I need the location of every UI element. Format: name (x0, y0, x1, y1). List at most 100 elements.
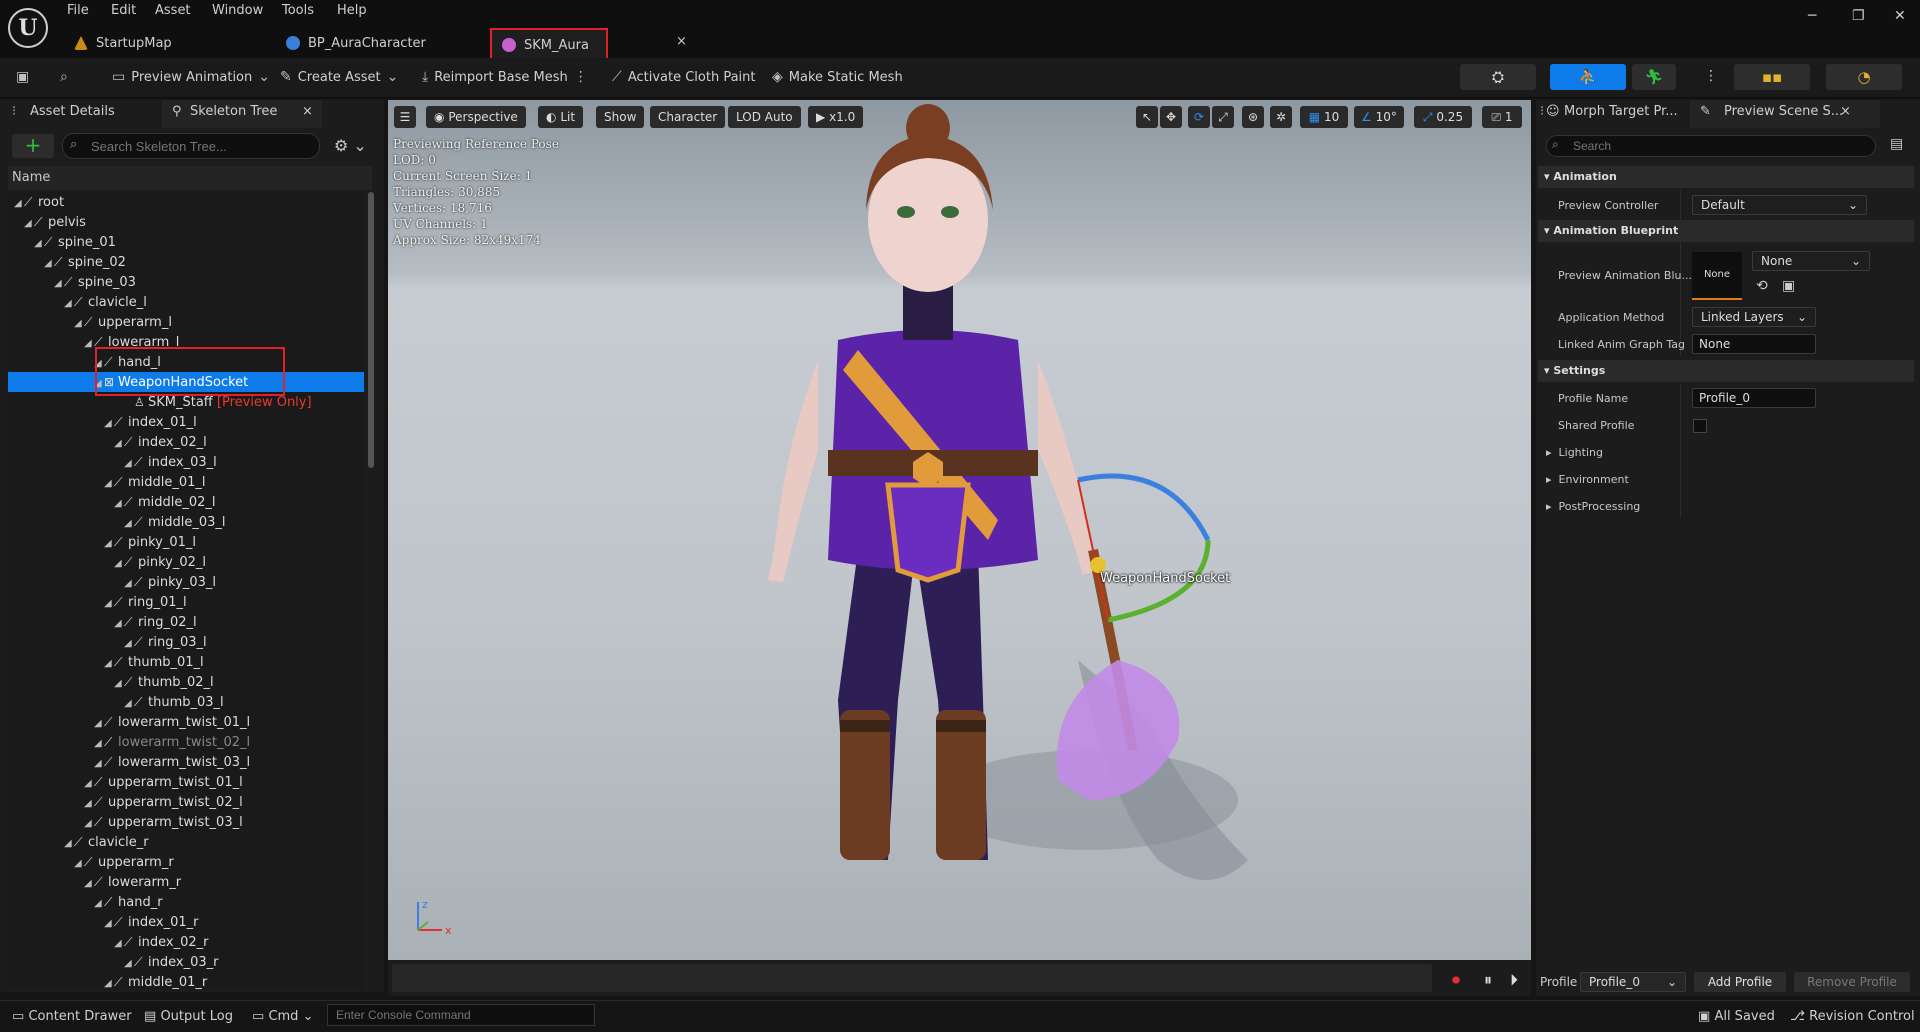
blueprint-mode-button[interactable]: ▪▪ (1734, 64, 1810, 90)
expand-arrow-icon[interactable]: ◢ (104, 654, 114, 674)
menu-tools[interactable]: Tools (282, 3, 314, 18)
tree-item-bone[interactable]: ◢ ⟋ spine_02 (8, 252, 364, 272)
expand-arrow-icon[interactable]: ◢ (94, 734, 104, 754)
more-options-icon[interactable]: ⋮ (1704, 68, 1718, 84)
application-method-dropdown[interactable]: Linked Layers ⌄ (1692, 307, 1816, 327)
expand-arrow-icon[interactable]: ◢ (64, 294, 74, 314)
settings-section-header[interactable]: ▾ Settings (1538, 360, 1914, 382)
camera-speed-button[interactable]: ⎚ 1 (1482, 106, 1522, 128)
grid-snap-button[interactable]: ▦ 10 (1300, 106, 1348, 128)
physics-mode-button[interactable]: ◔ (1826, 64, 1902, 90)
gear-icon[interactable]: ⚙ ⌄ (334, 136, 367, 155)
tree-item-bone[interactable]: ◢ ⟋ index_02_r (8, 932, 364, 952)
expand-arrow-icon[interactable]: ◢ (64, 834, 74, 854)
tree-item-bone[interactable]: ◢ ⟋ hand_r (8, 892, 364, 912)
add-socket-button[interactable]: + (12, 134, 54, 158)
preview-tab-close-icon[interactable]: × (1840, 104, 1851, 124)
scale-tool-icon[interactable]: ⤢ (1212, 106, 1234, 128)
tree-item-bone[interactable]: ◢ ⟋ upperarm_twist_01_l (8, 772, 364, 792)
expand-arrow-icon[interactable]: ◢ (114, 434, 124, 454)
tab-close-icon[interactable]: × (676, 34, 687, 49)
linked-tag-field[interactable]: None (1692, 334, 1816, 354)
tree-item-bone[interactable]: ◢ ⟋ thumb_02_l (8, 672, 364, 692)
viewport-menu-icon[interactable]: ☰ (394, 106, 416, 128)
pause-icon[interactable]: ⏸ (1484, 970, 1492, 990)
output-log-button[interactable]: ▤ Output Log (144, 1009, 233, 1024)
tab-bp-auracharacter[interactable]: BP_AuraCharacter (276, 30, 436, 56)
view-options-icon[interactable]: ▤ (1890, 136, 1903, 152)
expand-arrow-icon[interactable]: ◢ (114, 494, 124, 514)
expand-arrow-icon[interactable]: ◢ (14, 194, 24, 214)
rotate-tool-icon[interactable]: ⟳ (1188, 106, 1210, 128)
timeline-track[interactable] (392, 964, 1432, 992)
remove-profile-button[interactable]: Remove Profile (1794, 972, 1910, 992)
expand-arrow-icon[interactable]: ◢ (124, 574, 134, 594)
tree-item-bone[interactable]: ◢ ⟋ middle_03_l (8, 512, 364, 532)
content-drawer-button[interactable]: ▭ Content Drawer (12, 1009, 132, 1024)
lit-button[interactable]: ◐ Lit (538, 106, 584, 128)
expand-arrow-icon[interactable]: ◢ (114, 674, 124, 694)
tree-item-bone[interactable]: ◢ ⟋ middle_02_l (8, 492, 364, 512)
expand-arrow-icon[interactable]: ◢ (84, 334, 94, 354)
tree-item-bone[interactable]: ◢ ⟋ root (8, 192, 364, 212)
expand-arrow-icon[interactable]: ◢ (104, 914, 114, 934)
tab-asset-details[interactable]: Asset Details (30, 104, 115, 124)
tree-item-bone[interactable]: ◢ ⟋ thumb_01_l (8, 652, 364, 672)
tree-item-bone[interactable]: ◢ ⟋ middle_01_l (8, 472, 364, 492)
tree-item-bone[interactable]: ◢ ⟋ spine_01 (8, 232, 364, 252)
preview-controller-dropdown[interactable]: Default ⌄ (1692, 195, 1867, 215)
tree-item-bone[interactable]: ◢ ⟋ index_01_r (8, 912, 364, 932)
shared-profile-checkbox[interactable] (1693, 419, 1707, 433)
expand-arrow-icon[interactable]: ◢ (94, 714, 104, 734)
tree-item-bone[interactable]: ◢ ⟋ upperarm_r (8, 852, 364, 872)
restore-icon[interactable]: ❐ (1852, 8, 1865, 24)
tree-item-bone[interactable]: ◢ ⟋ lowerarm_twist_01_l (8, 712, 364, 732)
animation-section-header[interactable]: ▾ Animation (1538, 166, 1914, 188)
minimize-icon[interactable]: ─ (1808, 8, 1816, 24)
unreal-logo-icon[interactable]: U (8, 8, 48, 48)
expand-arrow-icon[interactable]: ◢ (104, 534, 114, 554)
tree-item-bone[interactable]: ◢ ⟋ clavicle_r (8, 832, 364, 852)
skeleton-search-input[interactable] (62, 133, 320, 159)
tree-item-bone[interactable]: ◢ ⟋ upperarm_twist_03_l (8, 812, 364, 832)
select-tool-icon[interactable]: ↖ (1136, 106, 1158, 128)
menu-window[interactable]: Window (212, 3, 263, 18)
expand-arrow-icon[interactable]: ◢ (114, 934, 124, 954)
add-profile-button[interactable]: Add Profile (1694, 972, 1786, 992)
tree-item-bone[interactable]: ◢ ⟋ upperarm_twist_02_l (8, 792, 364, 812)
menu-edit[interactable]: Edit (111, 3, 136, 18)
preview-animation-button[interactable]: ▭ Preview Animation ⌄ (112, 66, 270, 88)
create-asset-button[interactable]: ✎ Create Asset ⌄ (280, 66, 398, 88)
use-selected-icon[interactable]: ⟲ (1756, 278, 1768, 294)
animation-mode-button[interactable]: 🏃︎ (1632, 64, 1676, 90)
expand-arrow-icon[interactable]: ◢ (124, 514, 134, 534)
tab-skm-aura[interactable]: SKM_Aura (490, 28, 608, 62)
expand-arrow-icon[interactable]: ◢ (104, 974, 114, 990)
console-input[interactable] (327, 1004, 595, 1026)
profile-dropdown[interactable]: Profile_0 ⌄ (1580, 972, 1686, 992)
tree-item-bone[interactable]: ◢ ⟋ thumb_03_l (8, 692, 364, 712)
expand-arrow-icon[interactable]: ◢ (114, 554, 124, 574)
expand-arrow-icon[interactable]: ◢ (124, 954, 134, 974)
skeleton-mode-button[interactable]: ⛭ (1460, 64, 1536, 90)
expand-arrow-icon[interactable]: ◢ (84, 794, 94, 814)
expand-arrow-icon[interactable]: ◢ (94, 894, 104, 914)
tree-item-bone[interactable]: ◢ ⟋ index_01_l (8, 412, 364, 432)
tree-item-bone[interactable]: ◢ ⟋ pinky_01_l (8, 532, 364, 552)
tree-item-bone[interactable]: ◢ ⟋ middle_01_r (8, 972, 364, 990)
expand-arrow-icon[interactable]: ◢ (94, 754, 104, 774)
tree-item-bone[interactable]: ◢ ⟋ index_02_l (8, 432, 364, 452)
expand-arrow-icon[interactable]: ◢ (54, 274, 64, 294)
menu-help[interactable]: Help (337, 3, 367, 18)
expand-arrow-icon[interactable]: ◢ (34, 234, 44, 254)
tree-item-bone[interactable]: ◢ ⟋ clavicle_l (8, 292, 364, 312)
perspective-button[interactable]: ◉ Perspective (426, 106, 526, 128)
save-icon[interactable]: ▣ (16, 66, 29, 88)
surface-snap-icon[interactable]: ✲ (1270, 106, 1292, 128)
tree-item-bone[interactable]: ◢ ⟋ pinky_02_l (8, 552, 364, 572)
character-button[interactable]: Character (650, 106, 726, 128)
record-icon[interactable]: ⏺ (1452, 970, 1460, 990)
step-forward-icon[interactable]: ⏵ (1510, 970, 1518, 990)
playback-speed-button[interactable]: ▶ x1.0 (808, 106, 864, 128)
make-static-mesh-button[interactable]: ◈ Make Static Mesh (772, 66, 903, 88)
